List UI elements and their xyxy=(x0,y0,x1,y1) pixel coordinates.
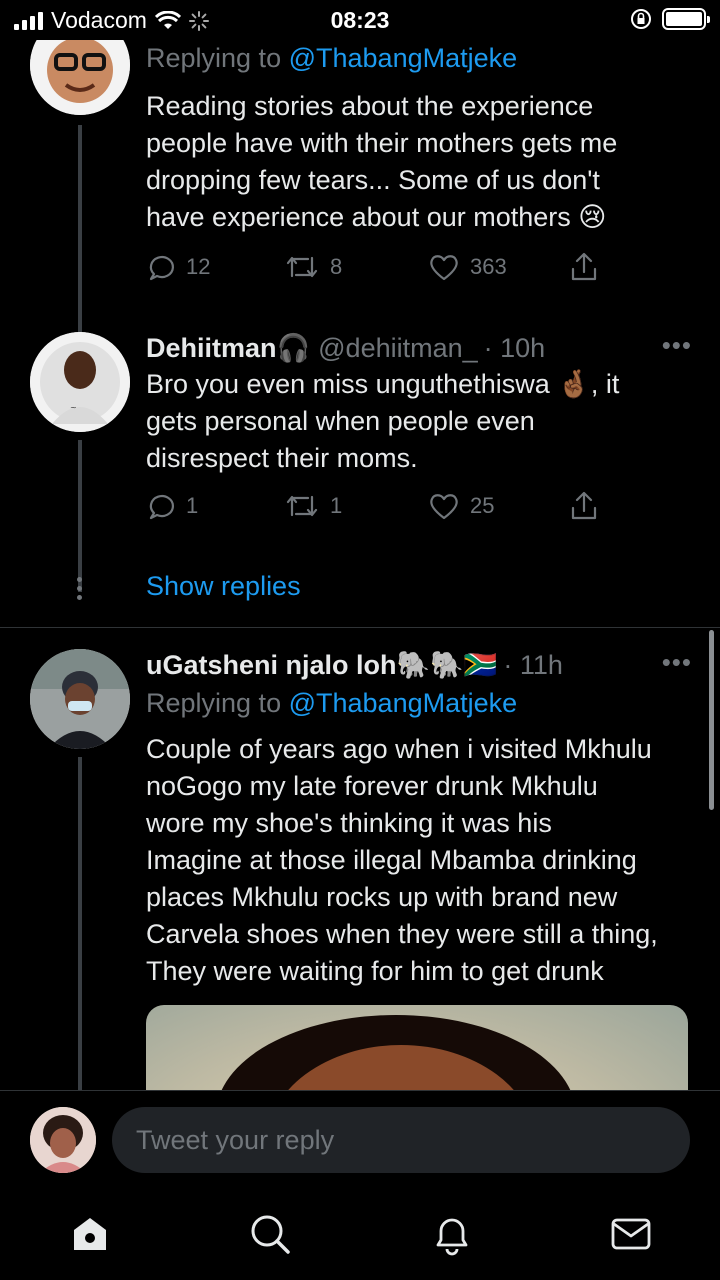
retweet-button[interactable]: 1 xyxy=(284,486,342,526)
divider xyxy=(0,627,720,628)
replying-to: Replying to @ThabangMatjeke xyxy=(146,688,518,718)
display-name[interactable]: uGatsheni njalo loh🐘🐘🇿🇦 xyxy=(146,649,497,681)
bottom-tab-bar xyxy=(0,1188,720,1280)
retweet-icon xyxy=(286,495,318,517)
tweet-header: uGatsheni njalo loh🐘🐘🇿🇦 · 11h xyxy=(146,647,692,683)
reply-icon xyxy=(149,495,174,520)
reply-button[interactable]: 1 xyxy=(146,486,198,526)
retweet-button[interactable]: 8 xyxy=(284,247,342,287)
user-handle[interactable]: @dehiitman_ xyxy=(318,333,478,364)
thread-line xyxy=(78,440,82,592)
display-name[interactable]: Dehiitman🎧 xyxy=(146,332,310,364)
reply-button[interactable]: 12 xyxy=(146,247,210,287)
like-count: 25 xyxy=(470,493,495,518)
more-options-button[interactable]: ••• xyxy=(662,330,692,361)
svg-text:~: ~ xyxy=(70,403,77,412)
replying-to: Replying to @ThabangMatjeke xyxy=(146,43,518,73)
share-button[interactable] xyxy=(568,247,600,287)
reply-icon xyxy=(149,256,174,281)
tab-messages[interactable] xyxy=(609,1212,653,1256)
notifications-icon xyxy=(436,1218,468,1256)
timestamp: · 10h xyxy=(483,332,546,363)
reply-handle-link[interactable]: @ThabangMatjeke xyxy=(289,688,518,718)
search-icon xyxy=(251,1215,290,1254)
thread-line xyxy=(78,125,82,352)
orientation-lock-icon xyxy=(631,9,651,29)
thread-line xyxy=(78,757,82,1090)
reply-handle-link[interactable]: @ThabangMatjeke xyxy=(289,43,518,73)
tab-home[interactable] xyxy=(68,1212,112,1256)
tab-search[interactable] xyxy=(248,1212,292,1256)
tweet-text: Bro you even miss unguthethiswa 🤞🏾, it g… xyxy=(146,369,620,473)
more-options-button[interactable]: ••• xyxy=(662,647,692,678)
share-button[interactable] xyxy=(568,486,600,526)
messages-icon xyxy=(611,1218,651,1250)
tweet-text: Couple of years ago when i visited Mkhul… xyxy=(146,734,658,986)
heart-icon xyxy=(430,494,458,520)
retweet-icon xyxy=(286,256,318,278)
reply-count: 12 xyxy=(186,254,211,279)
show-replies-link[interactable]: Show replies xyxy=(146,571,301,602)
tab-notifications[interactable] xyxy=(430,1212,474,1256)
reply-input[interactable]: Tweet your reply xyxy=(112,1107,690,1173)
heart-icon xyxy=(430,255,458,281)
tweet-header: Dehiitman🎧 @dehiitman_ · 10h xyxy=(146,330,692,366)
my-avatar[interactable] xyxy=(30,1107,96,1173)
battery-icon xyxy=(662,8,710,30)
like-count: 363 xyxy=(470,254,507,279)
tweet-feed[interactable]: Replying to @ThabangMatjeke Reading stor… xyxy=(0,40,720,1090)
avatar[interactable] xyxy=(30,649,130,749)
timestamp: · 11h xyxy=(503,649,563,680)
reply-composer: Tweet your reply xyxy=(0,1090,720,1188)
share-icon xyxy=(571,491,597,520)
home-icon xyxy=(74,1218,106,1250)
retweet-count: 8 xyxy=(330,254,343,279)
avatar[interactable]: ~ xyxy=(30,332,130,432)
like-button[interactable]: 25 xyxy=(428,486,494,526)
retweet-count: 1 xyxy=(330,493,343,518)
scrollbar[interactable] xyxy=(709,630,714,810)
reply-count: 1 xyxy=(186,493,199,518)
tweet-image[interactable] xyxy=(146,1005,688,1090)
avatar[interactable] xyxy=(30,40,130,115)
clock: 08:23 xyxy=(330,7,390,33)
like-button[interactable]: 363 xyxy=(428,247,507,287)
share-icon xyxy=(571,252,597,281)
status-bar: Vodacom 08:23 xyxy=(0,0,720,40)
thread-dots-icon xyxy=(76,577,84,604)
tweet-text: Reading stories about the experience peo… xyxy=(146,91,618,232)
